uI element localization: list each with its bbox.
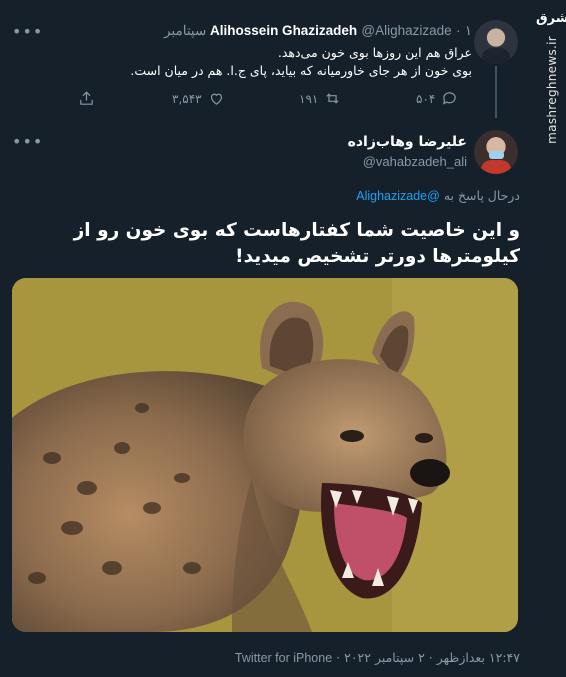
- more-icon[interactable]: •••: [12, 22, 43, 41]
- like-button[interactable]: ۳,۵۴۳: [172, 90, 225, 107]
- like-count: ۳,۵۴۳: [172, 91, 202, 106]
- retweet-icon: [326, 93, 339, 104]
- like-icon: [210, 93, 222, 105]
- tweet-text: عراق هم این روزها بوی خون می‌دهد. بوی خو…: [52, 44, 472, 80]
- retweet-count: ۱۹۱: [299, 91, 319, 106]
- more-icon[interactable]: •••: [12, 132, 43, 151]
- tweet-image[interactable]: [12, 278, 518, 632]
- tweet-timestamp[interactable]: ۱۲:۴۷ بعدازظهر · ۲ سپتامبر ۲۰۲۲: [344, 650, 520, 665]
- reply-button[interactable]: ۵۰۴: [416, 90, 458, 107]
- reply-icon: [443, 92, 457, 105]
- tweet-source[interactable]: Twitter for iPhone: [235, 651, 332, 665]
- tweet-meta: ۱۲:۴۷ بعدازظهر · ۲ سپتامبر ۲۰۲۲ · Twitte…: [235, 650, 520, 665]
- tweet-text-line: عراق هم این روزها بوی خون می‌دهد.: [277, 45, 472, 60]
- separator: ·: [455, 23, 461, 38]
- avatar[interactable]: [474, 20, 518, 64]
- retweet-button[interactable]: ۱۹۱: [299, 90, 341, 107]
- tweet-header: Alihossein Ghazizadeh @Alighazizade · ۱ …: [164, 23, 472, 39]
- author-handle[interactable]: @vahabzadeh_ali: [363, 154, 467, 169]
- thread-line: [495, 66, 497, 118]
- hyena-photo: [12, 278, 518, 632]
- parent-tweet[interactable]: ••• Alihossein Ghazizadeh @Alighazizade …: [0, 0, 532, 118]
- author-handle[interactable]: @Alighazizade: [361, 23, 451, 38]
- replying-to: درحال پاسخ به @Alighazizade: [356, 188, 520, 203]
- avatar[interactable]: [474, 130, 518, 174]
- separator: ·: [336, 650, 341, 665]
- share-button[interactable]: [78, 90, 95, 107]
- author-name[interactable]: Alihossein Ghazizadeh: [210, 23, 357, 38]
- author-name[interactable]: علیرضا وهاب‌زاده: [348, 134, 467, 150]
- replying-prefix: درحال پاسخ به: [443, 188, 520, 203]
- tweet-text: و این خاصیت شما کفتارهاست که بوی خون رو …: [73, 220, 520, 267]
- tweet-actions: ۳,۵۴۳ ۱۹۱ ۵۰۴: [78, 90, 468, 110]
- reply-count: ۵۰۴: [416, 91, 436, 106]
- watermark-site: mashreghnews.ir: [545, 36, 559, 144]
- watermark-logo: مشرق: [536, 11, 566, 26]
- mention-link[interactable]: @Alighazizade: [356, 189, 440, 203]
- tweet-text-line: بوی خون از هر جای خاورمیانه که بیاید، پا…: [130, 63, 472, 78]
- watermark-strip: مشرق mashreghnews.ir: [532, 0, 566, 677]
- share-icon: [80, 91, 93, 105]
